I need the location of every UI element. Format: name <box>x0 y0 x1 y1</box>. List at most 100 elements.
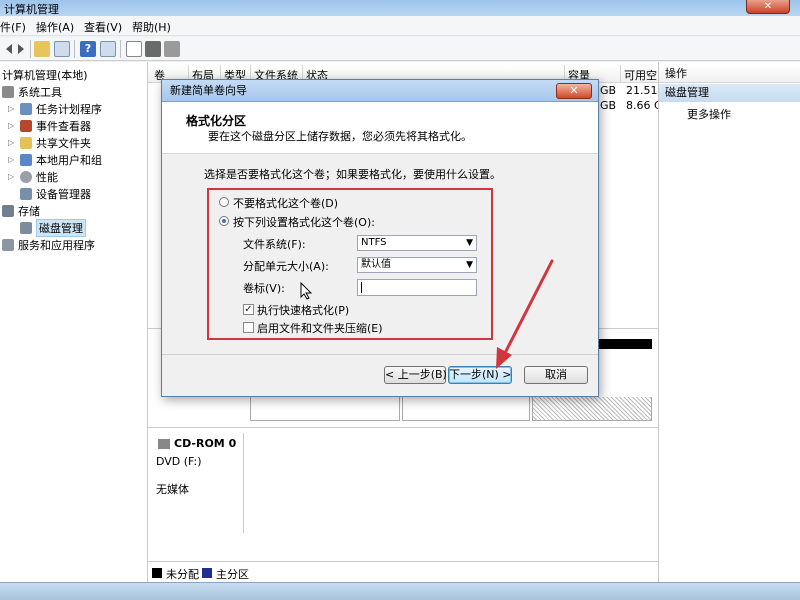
format-question: 选择是否要格式化这个卷；如果要格式化，要使用什么设置。 <box>204 168 501 181</box>
column-separator <box>620 65 621 83</box>
tree-item-event-viewer[interactable]: ▷ 事件查看器 <box>8 117 91 134</box>
dialog-subheading: 要在这个磁盘分区上储存数据，您必须先将其格式化。 <box>208 130 472 143</box>
chevron-down-icon: ▼ <box>466 260 473 270</box>
tree-item-shared-folders[interactable]: ▷ 共享文件夹 <box>8 134 91 151</box>
label-quick-format[interactable]: 执行快速格式化(P) <box>257 302 349 318</box>
row-capacity: GB <box>600 99 617 112</box>
clock-icon <box>20 102 32 115</box>
dialog-close-button[interactable]: ✕ <box>556 83 592 99</box>
dialog-header: 格式化分区 要在这个磁盘分区上储存数据，您必须先将其格式化。 <box>162 102 598 154</box>
expand-arrow-icon[interactable]: ▷ <box>8 138 18 147</box>
navigation-tree: 计算机管理(本地) 系统工具 ▷ 任务计划程序 ▷ 事件查看器 ▷ 共享文件夹 … <box>0 62 148 582</box>
annotation-arrow-icon <box>496 259 554 369</box>
expand-arrow-icon[interactable]: ▷ <box>8 155 18 164</box>
legend-unallocated: 未分配 <box>166 568 199 581</box>
properties-icon[interactable] <box>100 41 116 57</box>
cdrom-name: CD-ROM 0 <box>174 437 237 450</box>
allocation-value: 默认值 <box>361 259 391 270</box>
taskbar <box>0 582 800 600</box>
performance-icon <box>20 170 32 183</box>
window-title: 计算机管理 <box>4 3 59 16</box>
window-close-button[interactable]: ✕ <box>746 0 790 14</box>
radio-format[interactable] <box>219 216 229 226</box>
cdrom-header: CD-ROM 0 <box>158 437 236 450</box>
partition-block[interactable] <box>250 397 400 421</box>
chevron-down-icon: ▼ <box>466 238 473 248</box>
event-icon <box>20 119 32 132</box>
actions-pane: 操作 磁盘管理 更多操作 <box>658 62 800 582</box>
highlight-box: 不要格式化这个卷(D) 按下列设置格式化这个卷(O): 文件系统(F): NTF… <box>207 188 493 340</box>
more-actions-link[interactable]: 更多操作 <box>687 106 731 122</box>
radio-no-format[interactable] <box>219 197 229 207</box>
expand-arrow-icon[interactable]: ▷ <box>8 104 18 113</box>
menu-bar: 件(F) 操作(A) 查看(V) 帮助(H) <box>0 16 800 36</box>
mouse-pointer-icon <box>300 282 313 300</box>
menu-file[interactable]: 件(F) <box>0 19 26 35</box>
table-row[interactable]: GB 8.66 C <box>600 99 662 113</box>
label-allocation: 分配单元大小(A): <box>243 260 329 273</box>
table-row[interactable]: GB 21.51 <box>600 84 658 98</box>
tools-icon <box>2 85 14 98</box>
volume-label-input[interactable] <box>357 279 477 296</box>
label-format[interactable]: 按下列设置格式化这个卷(O): <box>233 214 375 230</box>
tree-item-local-users[interactable]: ▷ 本地用户和组 <box>8 151 102 168</box>
tree-item-system-tools[interactable]: 系统工具 <box>2 83 62 100</box>
quick-format-checkbox[interactable]: ✓ <box>243 304 254 315</box>
toolbar-separator <box>120 40 121 58</box>
tree-item-services[interactable]: 服务和应用程序 <box>2 236 95 253</box>
document-icon[interactable] <box>126 41 142 57</box>
partition-bar <box>598 339 652 349</box>
cdrom-media: 无媒体 <box>156 483 189 496</box>
label-volume-label: 卷标(V): <box>243 282 285 295</box>
services-icon <box>2 238 14 251</box>
tree-item-task-scheduler[interactable]: ▷ 任务计划程序 <box>8 100 102 117</box>
legend: 未分配 主分区 <box>148 561 658 583</box>
settings-icon[interactable] <box>164 41 180 57</box>
legend-swatch-primary <box>202 568 212 578</box>
menu-action[interactable]: 操作(A) <box>36 19 74 35</box>
partition-block[interactable] <box>402 397 530 421</box>
actions-section-disk-management[interactable]: 磁盘管理 <box>659 84 800 102</box>
compress-checkbox[interactable] <box>243 322 254 333</box>
window-titlebar: 计算机管理 ✕ <box>0 0 800 16</box>
back-button[interactable]: < 上一步(B) <box>384 366 447 384</box>
tree-item-disk-management[interactable]: 磁盘管理 <box>20 218 86 237</box>
disk-icon[interactable] <box>145 41 161 57</box>
unallocated-block[interactable] <box>532 397 652 421</box>
legend-swatch-unallocated <box>152 568 162 578</box>
toolbar: ? <box>0 37 800 61</box>
actions-header: 操作 <box>659 65 800 83</box>
label-filesystem: 文件系统(F): <box>243 238 306 251</box>
expand-arrow-icon[interactable]: ▷ <box>8 121 18 130</box>
up-folder-icon[interactable] <box>34 41 50 57</box>
toolbar-separator <box>30 40 31 58</box>
forward-icon[interactable] <box>14 41 30 57</box>
cdrom-icon <box>158 438 170 449</box>
row-capacity: GB <box>600 84 617 97</box>
disk-icon <box>20 221 32 234</box>
menu-help[interactable]: 帮助(H) <box>132 19 171 35</box>
tree-item-root[interactable]: 计算机管理(本地) <box>2 66 88 83</box>
folder-icon <box>20 136 32 149</box>
storage-icon <box>2 204 14 217</box>
filesystem-value: NTFS <box>361 237 387 248</box>
divider <box>148 427 658 428</box>
tree-item-performance[interactable]: ▷ 性能 <box>8 168 58 185</box>
expand-arrow-icon[interactable]: ▷ <box>8 172 18 181</box>
users-icon <box>20 153 32 166</box>
label-no-format[interactable]: 不要格式化这个卷(D) <box>233 195 338 211</box>
help-icon[interactable]: ? <box>80 41 96 57</box>
allocation-select[interactable]: 默认值 ▼ <box>357 257 477 273</box>
device-icon <box>20 187 32 200</box>
text-cursor <box>361 282 362 293</box>
cdrom-info[interactable]: CD-ROM 0 DVD (F:) 无媒体 <box>148 433 244 533</box>
menu-view[interactable]: 查看(V) <box>84 19 122 35</box>
tree-item-storage[interactable]: 存储 <box>2 202 40 219</box>
show-tree-icon[interactable] <box>54 41 70 57</box>
legend-primary: 主分区 <box>216 568 249 581</box>
toolbar-separator <box>74 40 75 58</box>
label-compress[interactable]: 启用文件和文件夹压缩(E) <box>257 320 383 336</box>
col-free[interactable]: 可用空 <box>624 67 657 83</box>
filesystem-select[interactable]: NTFS ▼ <box>357 235 477 251</box>
tree-item-device-manager[interactable]: 设备管理器 <box>20 185 91 202</box>
